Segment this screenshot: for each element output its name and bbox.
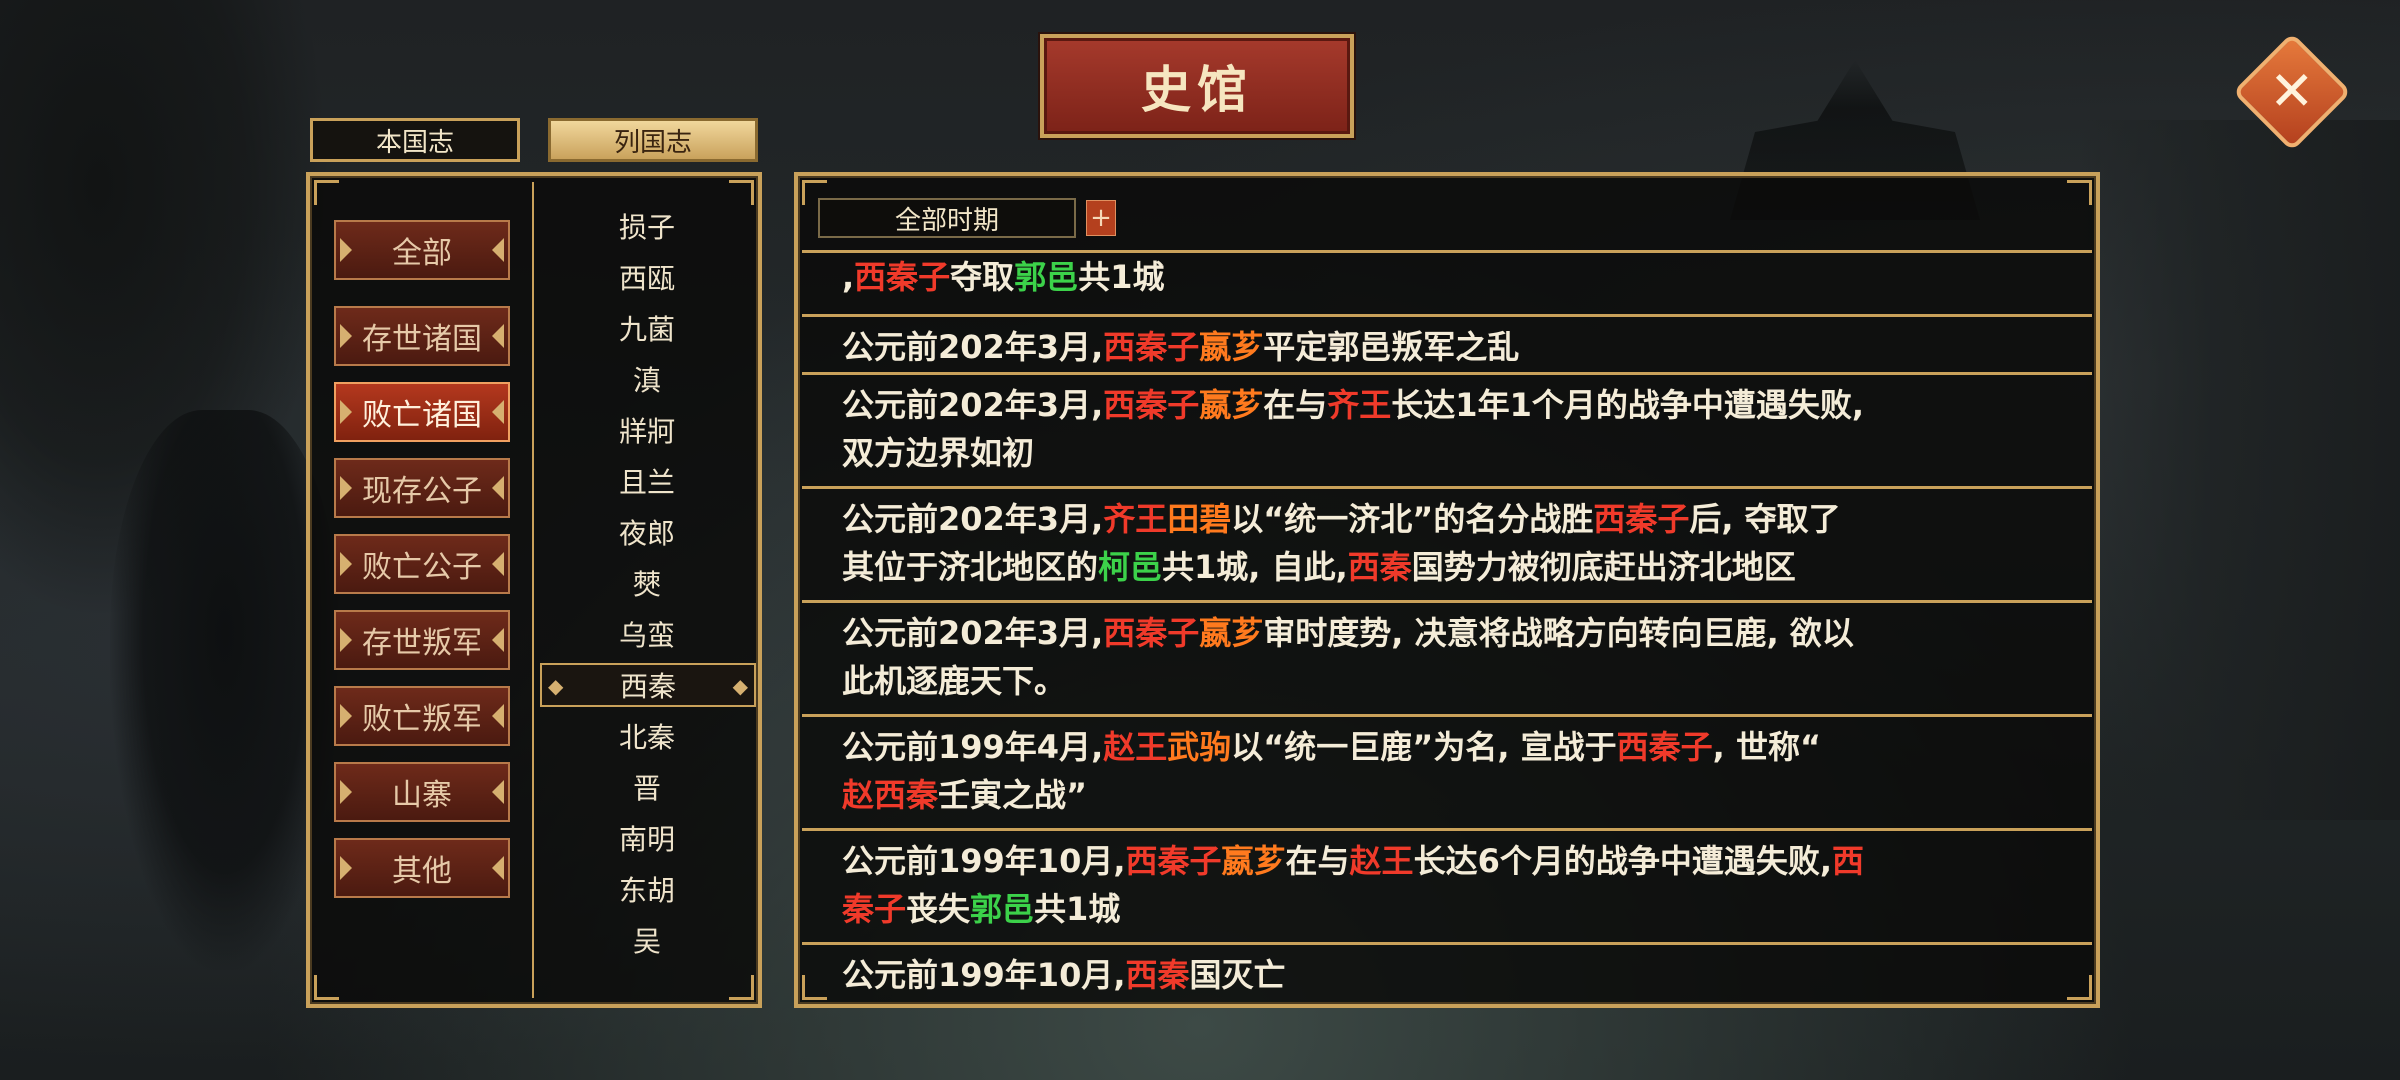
period-selector[interactable]: 全部时期 [818, 198, 1076, 238]
record-line: 公元前202年3月,齐王田碧以“统一济北”的名分战胜西秦子后, 夺取了 [842, 500, 1841, 538]
title-plaque: 史馆 [1040, 34, 1354, 138]
category-button[interactable]: 全部 [334, 220, 510, 280]
history-record: 公元前199年4月,赵王武驹以“统一巨鹿”为名, 宣战于西秦子, 世称“ 赵西秦壬… [802, 714, 2092, 824]
tab-own-country[interactable]: 本国志 [310, 118, 520, 162]
country-item[interactable]: 僰 [536, 561, 758, 605]
country-item[interactable]: 乌蛮 [536, 612, 758, 656]
history-record: 公元前199年10月,西秦国灭亡 [802, 942, 2092, 1000]
background-cliff [2080, 120, 2400, 820]
record-line: 公元前202年3月,西秦子嬴芗平定郭邑叛军之乱 [842, 328, 1520, 366]
category-button[interactable]: 存世叛军 [334, 610, 510, 670]
record-line: 公元前202年3月,西秦子嬴芗在与齐王长达1年1个月的战争中遭遇失败, [842, 386, 1864, 424]
category-button[interactable]: 山寨 [334, 762, 510, 822]
period-expand-button[interactable]: + [1086, 200, 1116, 236]
record-line: 公元前199年4月,赵王武驹以“统一巨鹿”为名, 宣战于西秦子, 世称“ [842, 728, 1821, 766]
country-item[interactable]: 东胡 [536, 867, 758, 911]
history-record: 公元前202年3月,西秦子嬴芗平定郭邑叛军之乱 [802, 314, 2092, 368]
country-item[interactable]: 牂牁 [536, 408, 758, 452]
record-line: 公元前199年10月,西秦国灭亡 [842, 956, 1286, 994]
record-line: 赵西秦壬寅之战” [842, 776, 1088, 814]
record-line: 此机逐鹿天下。 [842, 662, 1067, 700]
category-button[interactable]: 败亡公子 [334, 534, 510, 594]
country-item[interactable]: 滇 [536, 357, 758, 401]
left-panel: 全部存世诸国败亡诸国现存公子败亡公子存世叛军败亡叛军山寨其他 损子西瓯九菌滇牂牁… [306, 172, 762, 1008]
history-record: ,西秦子夺取郭邑共1城 [802, 250, 2092, 308]
country-item[interactable]: 北秦 [536, 714, 758, 758]
country-item[interactable]: 损子 [536, 204, 758, 248]
country-item[interactable]: 晋 [536, 765, 758, 809]
category-button[interactable]: 其他 [334, 838, 510, 898]
corner-ornament [2067, 180, 2092, 205]
record-line: 公元前202年3月,西秦子嬴芗审时度势, 决意将战略方向转向巨鹿, 欲以 [842, 614, 1854, 652]
panel-divider [532, 182, 534, 998]
category-button[interactable]: 败亡诸国 [334, 382, 510, 442]
corner-ornament [729, 180, 754, 205]
page-title: 史馆 [1141, 60, 1253, 119]
corner-ornament [314, 180, 339, 205]
country-item[interactable]: 九菌 [536, 306, 758, 350]
record-line: 公元前199年10月,西秦子嬴芗在与赵王长达6个月的战争中遭遇失败,西 [842, 842, 1865, 880]
country-item[interactable]: 且兰 [536, 459, 758, 503]
tab-all-countries[interactable]: 列国志 [548, 118, 758, 162]
country-item[interactable]: 西秦 [540, 663, 756, 707]
record-line: 秦子丧失郭邑共1城 [842, 890, 1121, 928]
history-record: 公元前202年3月,齐王田碧以“统一济北”的名分战胜西秦子后, 夺取了 其位于济北… [802, 486, 2092, 596]
record-line: 其位于济北地区的柯邑共1城, 自此,西秦国势力被彻底赶出济北地区 [842, 548, 1796, 586]
history-record: 公元前202年3月,西秦子嬴芗审时度势, 决意将战略方向转向巨鹿, 欲以 此机逐鹿… [802, 600, 2092, 710]
history-record: 公元前199年10月,西秦子嬴芗在与赵王长达6个月的战争中遭遇失败,西 秦子丧失郭… [802, 828, 2092, 938]
country-item[interactable]: 吴 [536, 918, 758, 962]
record-line: 双方边界如初 [842, 434, 1035, 472]
record-line: ,西秦子夺取郭邑共1城 [842, 258, 1165, 296]
history-panel: 全部时期 + ,西秦子夺取郭邑共1城公元前202年3月,西秦子嬴芗平定郭邑叛军之… [794, 172, 2100, 1008]
country-item[interactable]: 夜郎 [536, 510, 758, 554]
close-icon: ✕ [2269, 60, 2315, 123]
country-item[interactable]: 南明 [536, 816, 758, 860]
category-button[interactable]: 现存公子 [334, 458, 510, 518]
history-record: 公元前202年3月,西秦子嬴芗在与齐王长达1年1个月的战争中遭遇失败, 双方边界如… [802, 372, 2092, 482]
category-button[interactable]: 存世诸国 [334, 306, 510, 366]
corner-ornament [729, 975, 754, 1000]
category-button[interactable]: 败亡叛军 [334, 686, 510, 746]
corner-ornament [314, 975, 339, 1000]
country-item[interactable]: 西瓯 [536, 255, 758, 299]
